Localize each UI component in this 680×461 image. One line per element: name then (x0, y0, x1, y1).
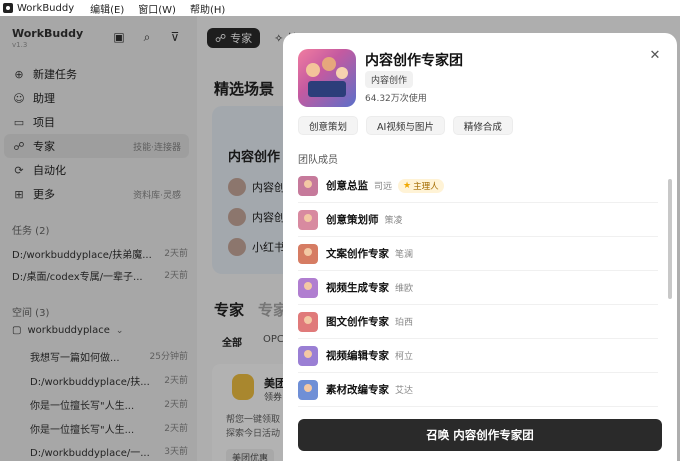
member-role: 文案创作专家 (326, 248, 389, 260)
menu-edit[interactable]: 编辑(E) (90, 1, 124, 16)
app-logo-icon (3, 3, 13, 13)
member-name: 珀西 (395, 318, 414, 328)
team-header: 团队成员 (298, 155, 338, 166)
member-avatar (298, 175, 318, 196)
member-row[interactable]: 创意总监 司远 ★ 主理人 (298, 169, 658, 203)
member-role: 创意策划师 (326, 214, 379, 226)
usage-count: 64.32万次使用 (365, 94, 427, 104)
category-badge: 内容创作 (365, 71, 414, 88)
member-role: 视频编辑专家 (326, 350, 389, 362)
scrollbar[interactable] (668, 179, 672, 299)
member-avatar (298, 277, 318, 298)
member-name: 柯立 (395, 352, 414, 362)
menu-window[interactable]: 窗口(W) (138, 1, 176, 16)
member-row[interactable]: 图文创作专家 珀西 (298, 305, 658, 339)
member-avatar (298, 379, 318, 400)
member-row[interactable]: 视频生成专家 维欧 (298, 271, 658, 305)
member-row[interactable]: 素材改编专家 艾达 (298, 373, 658, 407)
member-avatar (298, 311, 318, 332)
member-avatar (298, 209, 318, 230)
member-name: 笔澜 (395, 250, 414, 260)
member-name: 艾达 (395, 386, 414, 396)
member-row[interactable]: 视频编辑专家 柯立 (298, 339, 658, 373)
modal-title: 内容创作专家团 (365, 53, 463, 69)
member-role: 创意总监 (326, 180, 368, 192)
member-avatar (298, 345, 318, 366)
menu-help[interactable]: 帮助(H) (190, 1, 225, 16)
member-row[interactable]: 文案创作专家 笔澜 (298, 237, 658, 271)
skill-tag[interactable]: AI视频与图片 (366, 116, 445, 135)
member-row[interactable]: 创意策划师 策凌 (298, 203, 658, 237)
member-name: 司远 (374, 182, 393, 192)
app-name: WorkBuddy (17, 2, 75, 14)
summon-team-button[interactable]: 召唤 内容创作专家团 (298, 419, 662, 451)
member-role: 图文创作专家 (326, 316, 389, 328)
lead-label: 主理人 (413, 181, 439, 192)
skill-tags: 创意策划 AI视频与图片 精修合成 (298, 116, 513, 135)
member-role: 视频生成专家 (326, 282, 389, 294)
lead-badge: ★ 主理人 (398, 178, 444, 193)
member-list: 创意总监 司远 ★ 主理人 创意策划师 策凌 文案创作专家 笔澜 视频生成专家 维… (298, 169, 658, 407)
close-icon[interactable]: ✕ (647, 47, 663, 63)
member-avatar (298, 243, 318, 264)
member-name: 维欧 (395, 284, 414, 294)
member-role: 素材改编专家 (326, 384, 389, 396)
skill-tag[interactable]: 创意策划 (298, 116, 359, 135)
member-name: 策凌 (384, 216, 403, 226)
skill-tag[interactable]: 精修合成 (452, 116, 513, 135)
title-bar: WorkBuddy 编辑(E) 窗口(W) 帮助(H) (0, 0, 680, 16)
star-icon: ★ (403, 180, 412, 191)
team-cover-image (298, 49, 356, 107)
expert-team-modal: 内容创作专家团 内容创作 64.32万次使用 ✕ 创意策划 AI视频与图片 精修… (283, 33, 677, 461)
